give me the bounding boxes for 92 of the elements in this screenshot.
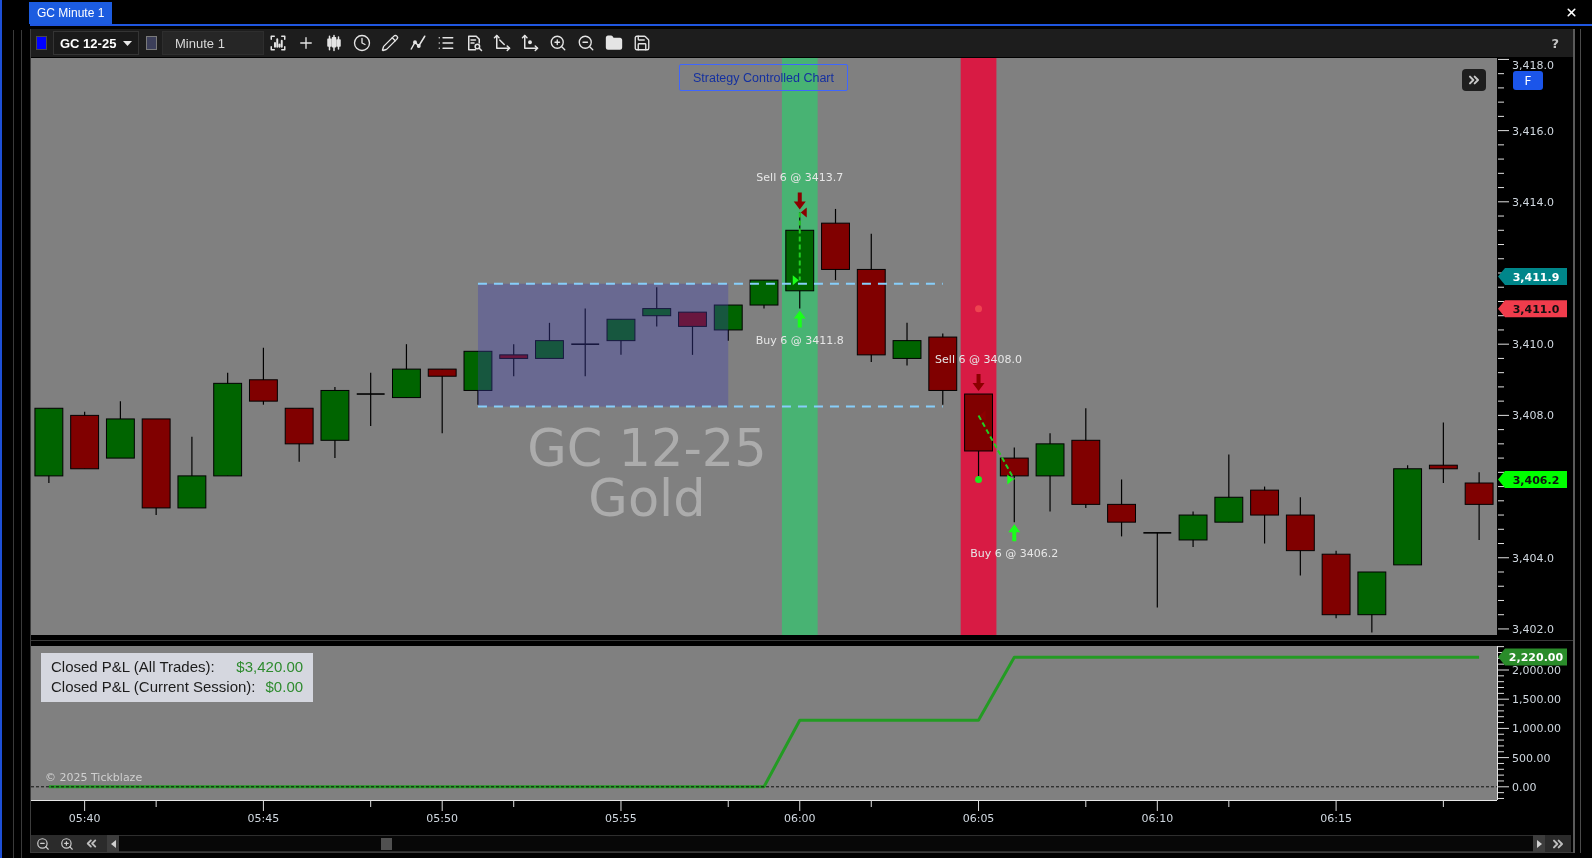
scroll-right-button[interactable]: [1533, 835, 1545, 852]
pnl-axis-label: 0.00: [1512, 780, 1537, 794]
price-tag: 3,406.2: [1498, 471, 1567, 489]
interval-field[interactable]: Minute 1: [162, 31, 264, 55]
time-axis-label: 06:10: [1141, 812, 1174, 825]
time-axis-label: 05:45: [247, 812, 280, 825]
swatch-icon[interactable]: [146, 36, 157, 50]
candle: [1250, 485, 1280, 545]
time-axis-label: 05:55: [605, 812, 637, 825]
time-axis-label: 06:05: [962, 812, 995, 825]
left-triangle-icon: [110, 839, 116, 848]
candle: [463, 350, 493, 406]
price-axis-label: 3,416.0: [1512, 124, 1554, 138]
help-button[interactable]: ?: [1551, 35, 1559, 51]
pnl-label: Closed P&L (All Trades):: [51, 657, 215, 677]
right-triangle-icon: [1536, 839, 1542, 848]
pnl-value: $3,420.00: [236, 657, 304, 677]
price-tag: 3,411.0: [1498, 300, 1567, 318]
double-chevron-button[interactable]: [1462, 69, 1486, 91]
line-chart-icon[interactable]: [409, 34, 427, 52]
pnl-axis-label: 500.00: [1512, 751, 1551, 765]
folder-icon[interactable]: [605, 34, 623, 52]
candle: [1178, 510, 1208, 548]
pnl-value: $0.00: [265, 677, 304, 697]
candle: [1321, 550, 1351, 619]
price-axis-label: 3,404.0: [1512, 551, 1554, 565]
time-axis-label: 05:50: [426, 812, 459, 825]
candle: [284, 407, 314, 463]
pencil-icon[interactable]: [381, 34, 399, 52]
plus-icon[interactable]: [297, 34, 315, 52]
scroll-to-end-button[interactable]: [1545, 835, 1571, 852]
price-axis-label: 3,418.0: [1512, 59, 1554, 72]
strategy-controlled-label: Strategy Controlled Chart: [679, 64, 848, 91]
down-arrow-icon: [972, 374, 985, 391]
axes-icon[interactable]: [493, 34, 511, 52]
candle: [1464, 471, 1494, 541]
swatch-icon[interactable]: [36, 36, 47, 50]
down-arrow-icon: [793, 192, 806, 210]
time-axis-label: 05:40: [68, 812, 101, 825]
candle: [892, 322, 922, 367]
candle: [535, 322, 564, 360]
pnl-axis-label: 1,500.00: [1512, 693, 1561, 707]
chevrons-left-icon[interactable]: [84, 836, 99, 851]
pnl-label: Closed P&L (Current Session):: [51, 677, 256, 697]
axes-icon[interactable]: [521, 34, 539, 52]
document-search-icon[interactable]: [465, 34, 483, 52]
pnl-axis-label: 1,000.00: [1512, 722, 1561, 736]
price-axis-label: 3,408.0: [1512, 409, 1554, 423]
candle: [105, 400, 135, 459]
up-arrow-icon: [793, 310, 806, 328]
candle: [427, 368, 457, 434]
candle: [392, 343, 421, 399]
candle: [1428, 421, 1458, 484]
candle: [1107, 478, 1136, 537]
time-axis-label: 06:00: [783, 812, 816, 825]
up-arrow-icon: [1008, 524, 1021, 542]
candle: [70, 411, 100, 470]
trade-label: Sell 6 @ 3413.7: [756, 171, 844, 185]
candlestick-icon[interactable]: [325, 34, 343, 52]
clock-icon[interactable]: [353, 34, 371, 52]
price-axis-label: 3,402.0: [1512, 622, 1554, 636]
zoom-in-icon[interactable]: [60, 836, 74, 851]
time-axis-label: 06:15: [1320, 812, 1352, 825]
scroll-left-button[interactable]: [107, 835, 119, 852]
candle: [1357, 571, 1387, 634]
copyright-text: © 2025 Tickblaze: [45, 770, 143, 784]
caret-icon: [123, 40, 132, 46]
candle: [499, 343, 529, 377]
f-button[interactable]: F: [1513, 71, 1543, 90]
candle: [642, 286, 672, 327]
candle: [606, 318, 636, 356]
candle: [678, 311, 707, 356]
window-title-tab[interactable]: GC Minute 1: [29, 2, 113, 24]
price-tag: 3,411.9: [1498, 268, 1567, 286]
zoom-in-icon[interactable]: [549, 34, 567, 52]
candle: [713, 304, 743, 342]
bar-chart-icon[interactable]: [269, 34, 287, 52]
candle: [355, 372, 386, 427]
pnl-axis-label: 2,000.00: [1512, 664, 1561, 677]
zoom-out-icon[interactable]: [36, 836, 50, 851]
candle: [570, 308, 600, 377]
close-icon[interactable]: [1565, 5, 1578, 19]
trade-label: Buy 6 @ 3411.8: [755, 333, 844, 347]
price-axis-label: 3,410.0: [1512, 338, 1554, 352]
candle: [248, 347, 278, 406]
price-axis-label: 3,414.0: [1512, 195, 1554, 209]
candle: [1214, 453, 1244, 523]
candle: [749, 279, 779, 310]
symbol-dropdown[interactable]: GC 12-25: [53, 31, 139, 55]
scrollbar-thumb[interactable]: [381, 837, 392, 850]
zoom-out-icon[interactable]: [577, 34, 595, 52]
list-icon[interactable]: [437, 34, 455, 52]
